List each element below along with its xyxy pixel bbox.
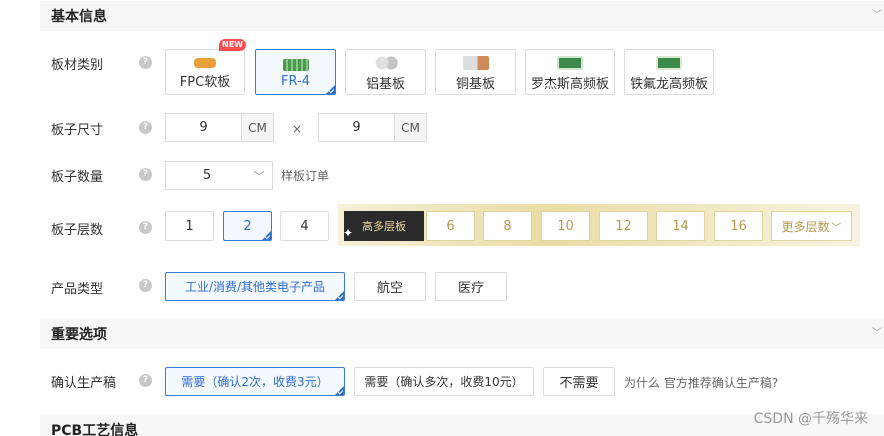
sample-order-hint: 样板订单 [281, 169, 330, 183]
section-title: 重要选项 [51, 327, 107, 343]
height-value[interactable]: 9 [319, 114, 394, 141]
material-option-teflon[interactable]: 铁氟龙高频板 [624, 49, 714, 95]
fpc-board-icon [194, 58, 216, 68]
teflon-board-icon [656, 56, 682, 70]
material-option-fpc[interactable]: NEW FPC软板 [165, 39, 246, 95]
height-input[interactable]: 9 CM [318, 113, 427, 142]
confirm-why-link[interactable]: 为什么 官方推荐确认生产稿? [624, 374, 778, 391]
copper-board-icon [462, 56, 489, 70]
quantity-value: 5 [202, 168, 212, 183]
product-type-industrial[interactable]: 工业/消费/其他类电子产品 [165, 272, 345, 301]
layer-option-8[interactable]: 8 [483, 211, 532, 241]
layer-option-16[interactable]: 16 [714, 211, 763, 241]
material-option-aluminum[interactable]: 铝基板 [345, 49, 426, 95]
sparkle-icon: ✦ [343, 226, 354, 240]
section-basic-info: 基本信息 ﹀ [40, 1, 884, 31]
product-type-label: 产品类型 [51, 282, 104, 297]
watermark: CSDN @千殇华来 [753, 411, 868, 427]
material-label-fr4: FR-4 [281, 74, 310, 89]
chevron-down-icon: ﹀ [831, 222, 842, 234]
section-important-options: 重要选项 ﹀ [40, 319, 884, 349]
material-label-rogers: 罗杰斯高频板 [530, 77, 609, 92]
material-option-copper[interactable]: 铜基板 [435, 49, 516, 95]
multilayer-label: 高多层板 [362, 220, 406, 233]
collapse-chevron-icon[interactable]: ﹀ [872, 324, 882, 339]
layer-option-14[interactable]: 14 [656, 211, 705, 241]
section-title: PCB工艺信息 [51, 423, 139, 436]
layer-option-4[interactable]: 4 [280, 211, 329, 241]
material-option-fr4[interactable]: FR-4 [255, 49, 336, 95]
size-label: 板子尺寸 [51, 123, 104, 138]
material-label-fpc: FPC软板 [179, 75, 231, 90]
layer-option-6[interactable]: 6 [426, 211, 475, 241]
layer-option-10[interactable]: 10 [541, 211, 590, 241]
layer-option-12[interactable]: 12 [599, 211, 648, 241]
width-input[interactable]: 9 CM [165, 113, 274, 142]
confirm-label: 确认生产稿 [51, 376, 117, 391]
product-type-aviation[interactable]: 航空 [354, 272, 426, 301]
new-badge: NEW [219, 39, 246, 51]
help-icon[interactable]: ? [139, 279, 152, 292]
chevron-down-icon: ﹀ [253, 169, 265, 183]
layer-option-1[interactable]: 1 [165, 211, 214, 241]
more-layers-label: 更多层数 [781, 219, 830, 234]
confirm-option-twice[interactable]: 需要（确认2次，收费3元） [165, 367, 345, 396]
confirm-option-multiple[interactable]: 需要（确认多次，收费10元） [354, 367, 534, 396]
width-unit: CM [241, 114, 273, 141]
rogers-board-icon [557, 56, 583, 70]
confirm-option-none[interactable]: 不需要 [543, 367, 615, 396]
material-option-rogers[interactable]: 罗杰斯高频板 [525, 49, 615, 95]
width-value[interactable]: 9 [166, 114, 241, 141]
times-symbol: × [292, 122, 303, 136]
help-icon[interactable]: ? [139, 168, 152, 181]
product-type-medical[interactable]: 医疗 [435, 272, 507, 301]
more-layers-dropdown[interactable]: 更多层数 ﹀ [771, 211, 852, 241]
aluminum-board-icon [372, 56, 399, 70]
help-icon[interactable]: ? [139, 221, 152, 234]
help-icon[interactable]: ? [139, 56, 152, 69]
material-label: 板材类别 [51, 58, 104, 73]
multilayer-badge: 高多层板 ✦ [343, 211, 424, 241]
help-icon[interactable]: ? [139, 374, 152, 387]
help-icon[interactable]: ? [139, 121, 152, 134]
quantity-select[interactable]: 5 ﹀ [165, 161, 273, 190]
material-label-teflon: 铁氟龙高频板 [629, 77, 708, 92]
quantity-label: 板子数量 [51, 170, 104, 185]
fr4-board-icon [282, 59, 309, 71]
layers-label: 板子层数 [51, 223, 104, 238]
material-label-aluminum: 铝基板 [365, 77, 405, 92]
section-title: 基本信息 [51, 9, 107, 25]
layer-option-2[interactable]: 2 [223, 211, 272, 241]
collapse-chevron-icon[interactable]: ﹀ [872, 6, 882, 21]
material-label-copper: 铜基板 [455, 77, 495, 92]
height-unit: CM [394, 114, 426, 141]
